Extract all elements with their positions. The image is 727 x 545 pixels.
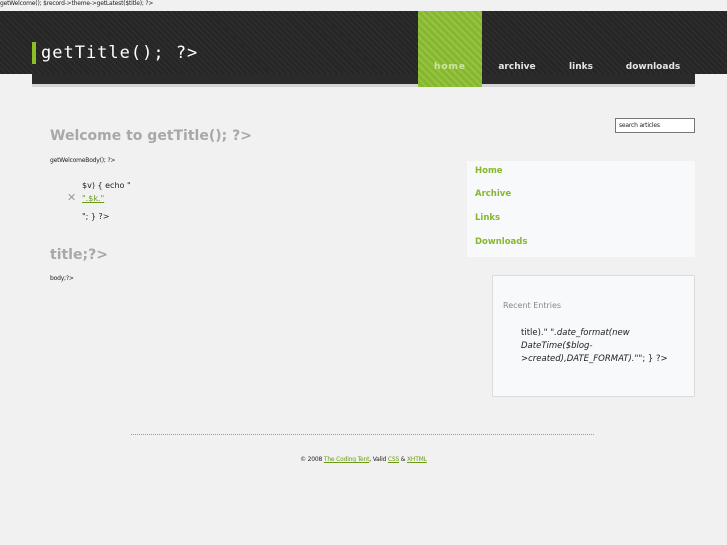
brand-accent-bar [32,42,36,64]
recent-entry-suffix: "; } ?> [638,354,668,364]
recent-entry-prefix: title)." [521,328,548,338]
site-brand[interactable]: getTitle(); ?> [32,42,198,64]
footer-link-company[interactable]: The Coding Tent [324,456,370,463]
recent-entry: title)." ".date_format(new DateTime($blo… [521,327,691,366]
post-body: body;?> [50,275,74,282]
footer-link-css[interactable]: CSS [388,456,399,463]
close-icon[interactable]: ✕ [67,192,76,203]
footer-divider [131,434,594,435]
footer-amp: & [399,456,407,463]
sidebar-link-links[interactable]: Links [475,213,500,223]
sidebar-link-archive[interactable]: Archive [475,189,511,199]
code-line-3: "; } ?> [82,212,110,221]
footer-valid-text: , Valid [369,456,388,463]
document-title: getWelcome(); $record->theme->getLatest(… [0,0,154,7]
nav-tab-archive[interactable]: archive [490,11,544,87]
post-title-heading: title;?> [50,247,108,263]
footer: © 2008 The Coding Tent, Valid CSS & XHTM… [0,456,727,463]
nav-tab-links[interactable]: links [560,11,602,87]
search-input[interactable] [615,118,695,133]
welcome-body: getWelcomeBody(); ?> [50,157,116,164]
nav-tab-home[interactable]: home [418,11,482,87]
nav-tab-downloads[interactable]: downloads [622,11,684,87]
site-title: getTitle(); ?> [41,43,199,63]
recent-entries-title: Recent Entries [503,301,562,310]
footer-copyright: © 2008 [300,456,324,463]
code-line-1: $v) { echo " [82,181,131,190]
recent-entries-box: Recent Entries title)." ".date_format(ne… [492,275,695,397]
sidebar-nav: Home Archive Links Downloads [467,161,695,257]
sidebar-link-home[interactable]: Home [475,166,503,176]
code-link[interactable]: ".$k." [82,194,104,203]
sidebar-link-downloads[interactable]: Downloads [475,237,527,247]
welcome-heading: Welcome to getTitle(); ?> [50,128,252,144]
footer-link-xhtml[interactable]: XHTML [407,456,427,463]
